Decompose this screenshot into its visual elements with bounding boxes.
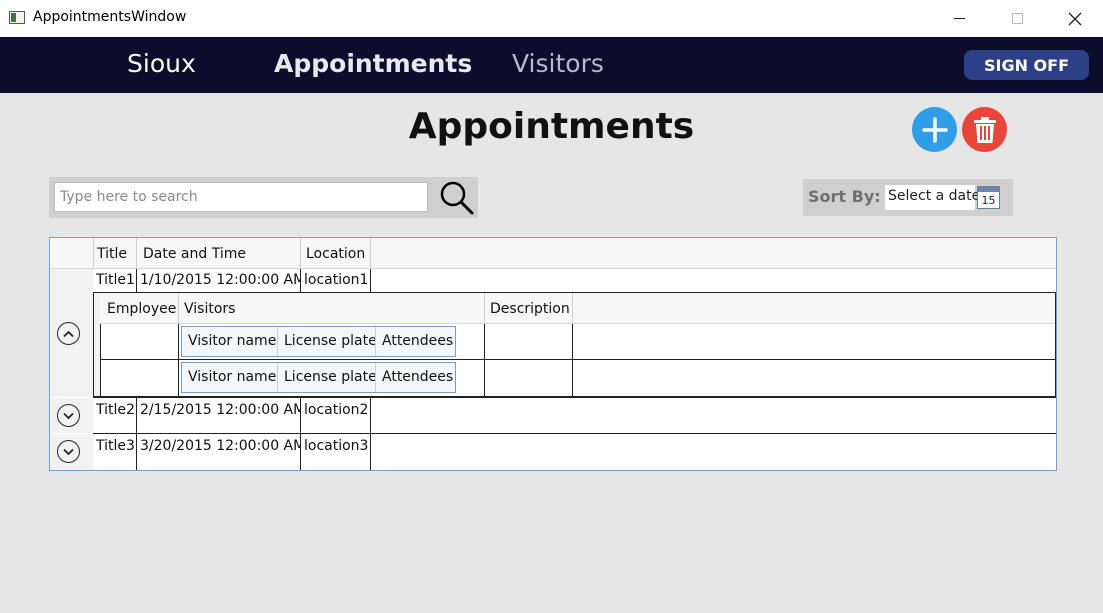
cell-divider bbox=[136, 269, 137, 292]
trash-icon bbox=[973, 116, 996, 143]
detail-header-divider bbox=[178, 293, 179, 323]
header-divider bbox=[370, 238, 371, 268]
visitor-name-header[interactable]: Visitor name bbox=[182, 363, 277, 392]
nav-bar: Sioux Appointments Visitors SIGN OFF bbox=[0, 37, 1103, 93]
nav-item-visitors[interactable]: Visitors bbox=[512, 49, 604, 78]
detail-row-line bbox=[100, 359, 1055, 360]
cell-title: Title3 bbox=[96, 438, 135, 454]
detail-header-description[interactable]: Description bbox=[484, 293, 572, 323]
search-bar bbox=[49, 177, 478, 218]
cell-divider bbox=[370, 434, 371, 470]
maximize-button[interactable] bbox=[988, 0, 1046, 37]
search-icon bbox=[440, 181, 474, 215]
window-titlebar: AppointmentsWindow bbox=[0, 0, 1103, 37]
subgrid-divider bbox=[375, 327, 376, 356]
cell-title: Title2 bbox=[96, 402, 135, 418]
chevron-down-icon bbox=[63, 448, 74, 455]
cell-location: location2 bbox=[304, 402, 369, 418]
attendees-header[interactable]: Attendees bbox=[376, 363, 455, 392]
expand-row-button[interactable] bbox=[57, 404, 80, 427]
column-header-filler bbox=[370, 238, 1056, 268]
nav-item-appointments[interactable]: Appointments bbox=[274, 49, 472, 78]
chevron-up-icon bbox=[63, 330, 74, 337]
header-bottom-line bbox=[50, 268, 1056, 269]
cell-location: location3 bbox=[304, 438, 369, 454]
attendees-header[interactable]: Attendees bbox=[376, 327, 455, 356]
app-icon bbox=[9, 11, 25, 24]
visitors-subgrid: Visitor name License plate Attendees bbox=[181, 326, 456, 357]
column-header-location[interactable]: Location bbox=[300, 238, 370, 268]
visitor-name-header[interactable]: Visitor name bbox=[182, 327, 277, 356]
cell-divider bbox=[300, 398, 301, 433]
detail-header-line bbox=[100, 323, 1055, 324]
license-plate-header[interactable]: License plate bbox=[278, 327, 375, 356]
header-divider bbox=[300, 238, 301, 268]
detail-header-divider bbox=[484, 293, 485, 323]
plus-icon bbox=[921, 116, 948, 143]
header-divider bbox=[93, 238, 94, 268]
close-icon bbox=[1068, 12, 1082, 25]
search-button[interactable] bbox=[439, 180, 475, 216]
subgrid-divider bbox=[277, 363, 278, 392]
cell-divider bbox=[136, 398, 137, 433]
minimize-icon bbox=[953, 18, 965, 19]
delete-appointment-button[interactable] bbox=[962, 107, 1007, 152]
cell-datetime: 1/10/2015 12:00:00 AM bbox=[140, 272, 300, 288]
cell-divider bbox=[300, 434, 301, 470]
column-header-title[interactable]: Title bbox=[93, 238, 136, 268]
license-plate-header[interactable]: License plate bbox=[278, 363, 375, 392]
maximize-icon bbox=[1011, 13, 1023, 24]
sort-panel: Sort By: Select a date 15 bbox=[803, 179, 1013, 216]
detail-divider bbox=[100, 324, 101, 396]
detail-divider bbox=[178, 324, 179, 396]
detail-header-employee[interactable]: Employee bbox=[100, 293, 178, 323]
column-header-date[interactable]: Date and Time bbox=[136, 238, 300, 268]
cell-datetime: 3/20/2015 12:00:00 AM bbox=[140, 438, 300, 454]
add-appointment-button[interactable] bbox=[912, 107, 957, 152]
cell-divider bbox=[370, 269, 371, 292]
detail-divider bbox=[484, 324, 485, 396]
minimize-button[interactable] bbox=[930, 0, 988, 37]
detail-divider bbox=[572, 324, 573, 396]
cell-divider bbox=[370, 398, 371, 433]
cell-location: location1 bbox=[304, 272, 369, 288]
row-separator bbox=[93, 433, 1056, 434]
sign-off-button[interactable]: SIGN OFF bbox=[964, 50, 1089, 80]
window-title: AppointmentsWindow bbox=[33, 9, 187, 25]
grid-corner bbox=[50, 238, 93, 268]
detail-header-divider bbox=[572, 293, 573, 323]
detail-header-filler bbox=[572, 293, 1055, 323]
appointments-grid: Title Date and Time Location Title1 1/10… bbox=[49, 237, 1057, 471]
search-input[interactable] bbox=[54, 182, 428, 212]
detail-header-visitors[interactable]: Visitors bbox=[178, 293, 484, 323]
subgrid-divider bbox=[277, 327, 278, 356]
chevron-down-icon bbox=[63, 412, 74, 419]
subgrid-divider bbox=[375, 363, 376, 392]
row-separator bbox=[93, 397, 1056, 398]
collapse-row-button[interactable] bbox=[57, 322, 80, 345]
date-picker-input[interactable]: Select a date bbox=[885, 185, 980, 210]
cell-datetime: 2/15/2015 12:00:00 AM bbox=[140, 402, 300, 418]
cell-divider bbox=[300, 269, 301, 292]
header-divider bbox=[136, 238, 137, 268]
cell-title: Title1 bbox=[96, 272, 135, 288]
close-button[interactable] bbox=[1046, 0, 1103, 37]
cell-divider bbox=[136, 434, 137, 470]
row-details-panel: Employee Visitors Description Visitor na… bbox=[93, 292, 1056, 397]
nav-item-sioux[interactable]: Sioux bbox=[127, 49, 196, 78]
sort-label: Sort By: bbox=[808, 187, 881, 206]
calendar-icon[interactable]: 15 bbox=[977, 186, 1000, 209]
expand-row-button[interactable] bbox=[57, 440, 80, 463]
visitors-subgrid: Visitor name License plate Attendees bbox=[181, 362, 456, 393]
